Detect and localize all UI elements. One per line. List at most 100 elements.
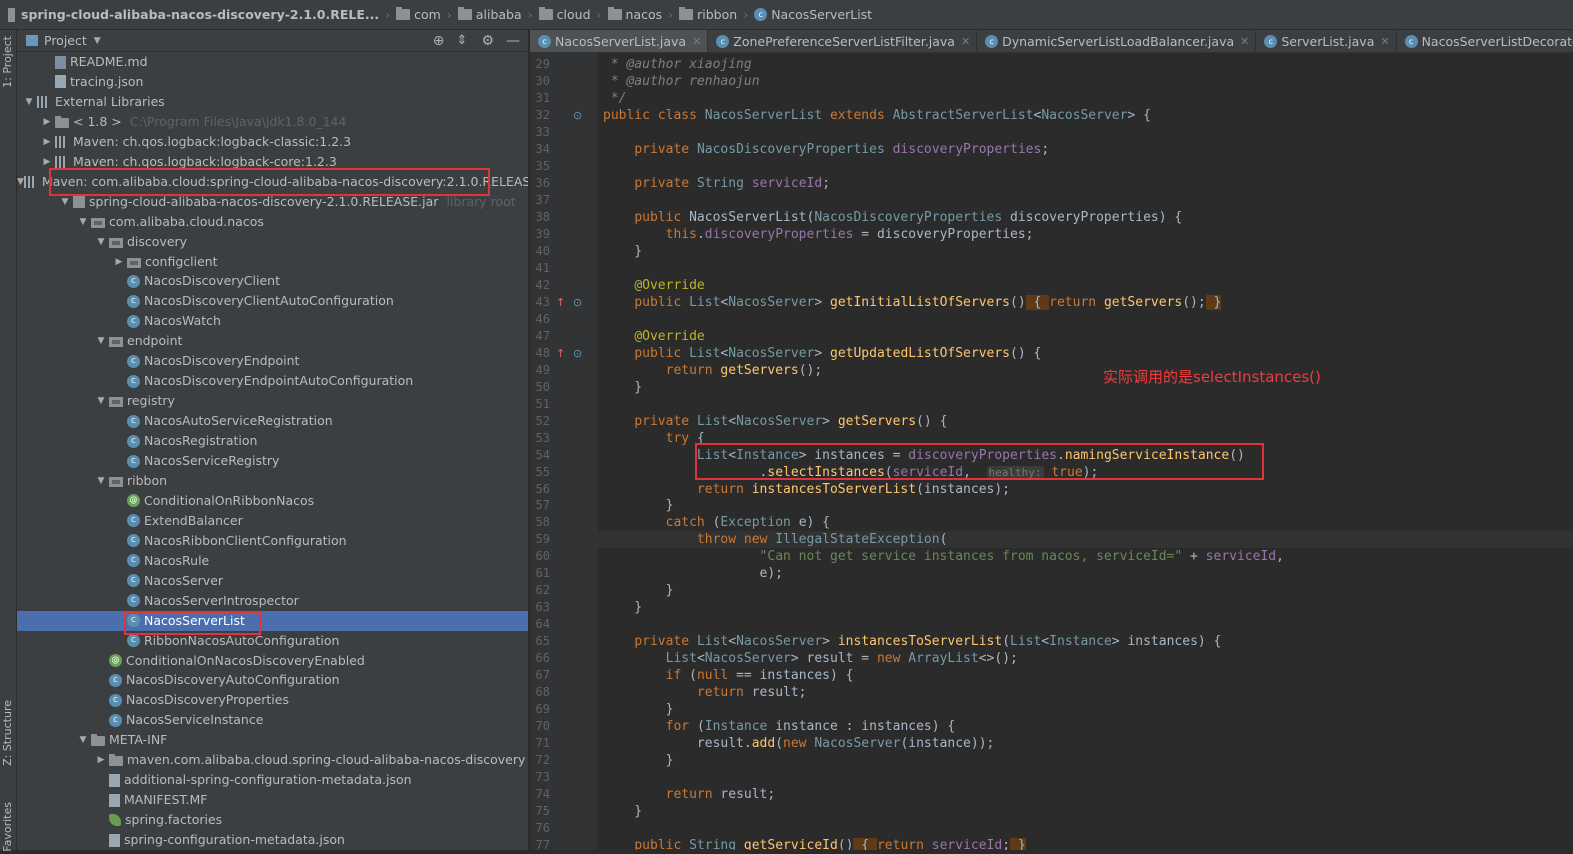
structure-tool-button[interactable]: Z: Structure xyxy=(1,700,14,766)
collapse-arrow-icon[interactable]: ▶ xyxy=(93,750,109,770)
editor-tab[interactable]: c ZonePreferenceServerListFilter.java ✕ xyxy=(708,30,978,52)
expand-arrow-icon[interactable]: ▼ xyxy=(93,391,109,411)
code-line[interactable]: } xyxy=(598,582,1573,599)
code-line[interactable]: public List<NacosServer> getUpdatedListO… xyxy=(598,345,1573,362)
tree-node[interactable]: ▶ maven.com.alibaba.cloud.spring-cloud-al… xyxy=(17,750,528,770)
code-line[interactable]: return getServers(); xyxy=(598,362,1573,379)
code-line[interactable]: public class NacosServerList extends Abs… xyxy=(598,107,1573,124)
close-tab-icon[interactable]: ✕ xyxy=(961,35,970,48)
code-line[interactable]: for (Instance instance : instances) { xyxy=(598,718,1573,735)
code-line[interactable]: @Override xyxy=(598,328,1573,345)
code-line[interactable]: } xyxy=(598,701,1573,718)
bookmark-icon[interactable]: ⊙ xyxy=(573,107,582,124)
tree-node[interactable]: NacosServer xyxy=(17,570,528,591)
tree-node[interactable]: ▼ endpoint xyxy=(17,331,528,351)
tree-node[interactable]: ▼ spring-cloud-alibaba-nacos-discovery-2.… xyxy=(17,192,528,212)
locate-file-icon[interactable]: ⊕ xyxy=(433,33,445,49)
tree-node[interactable]: NacosServerIntrospector xyxy=(17,590,528,611)
code-line[interactable]: private List<NacosServer> instancesToSer… xyxy=(598,633,1573,650)
expand-arrow-icon[interactable]: ▼ xyxy=(93,471,109,491)
tree-node[interactable]: ▼ Maven: com.alibaba.cloud:spring-cloud-a… xyxy=(17,172,528,192)
tree-node[interactable]: NacosServiceRegistry xyxy=(17,451,528,471)
breadcrumb-item[interactable]: nacos xyxy=(606,7,669,22)
project-view-selector[interactable]: Project xyxy=(44,33,87,48)
tree-node[interactable]: ▼ META-INF xyxy=(17,730,528,750)
tree-node[interactable]: NacosDiscoveryProperties xyxy=(17,690,528,710)
breadcrumb-item[interactable]: com xyxy=(394,7,447,22)
tree-node[interactable]: NacosDiscoveryClient xyxy=(17,271,528,291)
expand-arrow-icon[interactable]: ▼ xyxy=(93,232,109,252)
tree-node[interactable]: ▼ discovery xyxy=(17,232,528,252)
tree-node[interactable]: NacosRibbonClientConfiguration xyxy=(17,530,528,551)
expand-arrow-icon[interactable]: ▼ xyxy=(93,331,109,351)
code-line[interactable]: } xyxy=(598,752,1573,769)
tree-node[interactable]: NacosWatch xyxy=(17,311,528,331)
editor-tab[interactable]: c DynamicServerListLoadBalancer.java ✕ xyxy=(977,30,1257,52)
code-line[interactable]: private String serviceId; xyxy=(598,175,1573,192)
tree-node[interactable]: NacosDiscoveryEndpointAutoConfiguration xyxy=(17,371,528,391)
breadcrumb-item[interactable]: alibaba xyxy=(456,7,528,22)
tree-node[interactable]: additional-spring-configuration-metadata… xyxy=(17,770,528,790)
close-tab-icon[interactable]: ✕ xyxy=(1240,35,1249,48)
breadcrumb-item[interactable]: ribbon xyxy=(677,7,743,22)
tree-node[interactable]: ▶ configclient xyxy=(17,252,528,272)
expand-arrow-icon[interactable]: ▼ xyxy=(75,730,91,750)
editor-tab[interactable]: c NacosServerList.java ✕ xyxy=(530,30,709,52)
tree-node[interactable]: spring-configuration-metadata.json xyxy=(17,830,528,850)
code-line[interactable]: * @author xiaojing xyxy=(598,56,1573,73)
tree-node[interactable]: spring.factories xyxy=(17,810,528,830)
code-editor[interactable]: * @author xiaojing * @author renhaojun *… xyxy=(598,53,1573,850)
code-line[interactable] xyxy=(598,192,1573,209)
collapse-all-icon[interactable]: ⇕ xyxy=(457,33,468,48)
code-line[interactable]: * @author renhaojun xyxy=(598,73,1573,90)
close-tab-icon[interactable]: ✕ xyxy=(692,35,701,48)
tree-node[interactable]: ▶ < 1.8 > C:\Program Files\Java\jdk1.8.0_1… xyxy=(17,112,528,132)
expand-arrow-icon[interactable]: ▼ xyxy=(75,212,91,232)
code-line[interactable]: this.discoveryProperties = discoveryProp… xyxy=(598,226,1573,243)
tree-node[interactable]: NacosAutoServiceRegistration xyxy=(17,411,528,431)
tree-node[interactable]: NacosDiscoveryClientAutoConfiguration xyxy=(17,291,528,311)
gear-icon[interactable]: ⚙ xyxy=(481,33,494,49)
code-line[interactable]: .selectInstances(serviceId, healthy: tru… xyxy=(598,464,1573,481)
code-line[interactable]: return instancesToServerList(instances); xyxy=(598,481,1573,498)
code-line[interactable]: } xyxy=(598,243,1573,260)
tree-node[interactable]: NacosRule xyxy=(17,550,528,571)
chevron-down-icon[interactable]: ▼ xyxy=(94,36,101,46)
editor-tab[interactable]: c ServerList.java ✕ xyxy=(1256,30,1397,52)
breadcrumb-item[interactable]: cloud xyxy=(537,7,597,22)
code-line[interactable] xyxy=(598,311,1573,328)
code-line[interactable]: result.add(new NacosServer(instance)); xyxy=(598,735,1573,752)
code-line[interactable]: } xyxy=(598,497,1573,514)
code-line[interactable]: return result; xyxy=(598,684,1573,701)
code-line[interactable] xyxy=(598,616,1573,633)
tree-node[interactable]: ConditionalOnRibbonNacos xyxy=(17,490,528,511)
tree-node[interactable]: NacosServerList xyxy=(17,610,528,631)
code-line[interactable]: public String getServiceId() { return se… xyxy=(598,837,1573,850)
code-line[interactable]: private List<NacosServer> getServers() { xyxy=(598,413,1573,430)
tree-node[interactable]: README.md xyxy=(17,52,528,72)
tree-node[interactable]: tracing.json xyxy=(17,72,528,92)
code-line[interactable]: List<NacosServer> result = new ArrayList… xyxy=(598,650,1573,667)
code-line[interactable]: e); xyxy=(598,565,1573,582)
code-line[interactable]: if (null == instances) { xyxy=(598,667,1573,684)
tree-node[interactable]: ▶ Maven: ch.qos.logback:logback-core:1.2.… xyxy=(17,152,528,172)
code-line[interactable]: catch (Exception e) { xyxy=(598,514,1573,531)
breadcrumb-item[interactable]: spring-cloud-alibaba-nacos-discovery-2.1… xyxy=(6,7,385,22)
editor-tab[interactable]: cNacosServerListDecorator.java✕ xyxy=(1397,30,1573,52)
code-line[interactable]: @Override xyxy=(598,277,1573,294)
tree-node[interactable]: NacosRegistration xyxy=(17,431,528,451)
override-icon[interactable]: ↑ xyxy=(556,294,565,311)
code-line[interactable] xyxy=(598,396,1573,413)
bookmark-icon[interactable]: ⊙ xyxy=(573,294,582,311)
tree-node[interactable]: ▼ External Libraries xyxy=(17,92,528,112)
breadcrumb-item[interactable]: c NacosServerList xyxy=(752,7,878,22)
code-line[interactable] xyxy=(598,820,1573,837)
code-line[interactable] xyxy=(598,158,1573,175)
collapse-arrow-icon[interactable]: ▶ xyxy=(111,252,127,272)
collapse-arrow-icon[interactable]: ▶ xyxy=(39,132,55,152)
code-line[interactable]: try { xyxy=(598,430,1573,447)
code-line[interactable]: } xyxy=(598,599,1573,616)
override-icon[interactable]: ↑ xyxy=(556,345,565,362)
tree-node[interactable]: MANIFEST.MF xyxy=(17,790,528,810)
tree-node[interactable]: ExtendBalancer xyxy=(17,510,528,531)
